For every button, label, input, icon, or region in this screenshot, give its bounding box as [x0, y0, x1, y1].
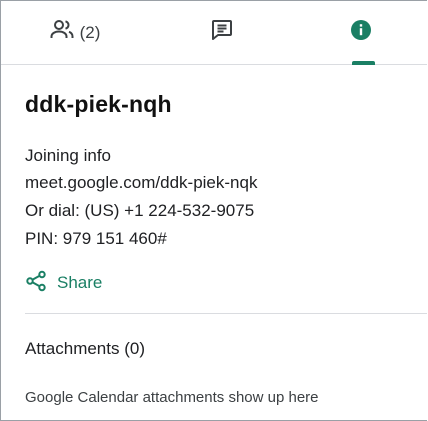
- people-icon: [50, 19, 74, 46]
- attachments-hint: Google Calendar attachments show up here: [25, 389, 319, 406]
- chat-icon: [211, 19, 233, 46]
- meeting-title: ddk-piek-nqh: [25, 91, 172, 117]
- active-tab-indicator: [352, 61, 375, 65]
- attachments-label: Attachments (0): [25, 339, 145, 358]
- people-count: (2): [79, 22, 101, 42]
- panel-tab-bar: (2): [1, 1, 427, 65]
- people-tab-content: (2): [50, 19, 101, 46]
- dial-in-number: Or dial: (US) +1 224-532-9075: [25, 201, 255, 220]
- share-button[interactable]: Share: [25, 267, 102, 299]
- meeting-details-panel: (2) ddk-piek-nqh Joining info meet.googl…: [0, 0, 427, 421]
- tab-chat[interactable]: [147, 1, 297, 64]
- tab-people[interactable]: (2): [1, 1, 141, 64]
- info-icon: [349, 18, 373, 47]
- joining-info-label: Joining info: [25, 146, 112, 165]
- tab-info[interactable]: [291, 1, 428, 64]
- meeting-pin: PIN: 979 151 460#: [25, 229, 167, 248]
- meeting-url: meet.google.com/ddk-piek-nqk: [25, 173, 258, 192]
- share-label: Share: [57, 273, 103, 292]
- section-divider: [25, 313, 427, 314]
- share-icon: [25, 270, 47, 297]
